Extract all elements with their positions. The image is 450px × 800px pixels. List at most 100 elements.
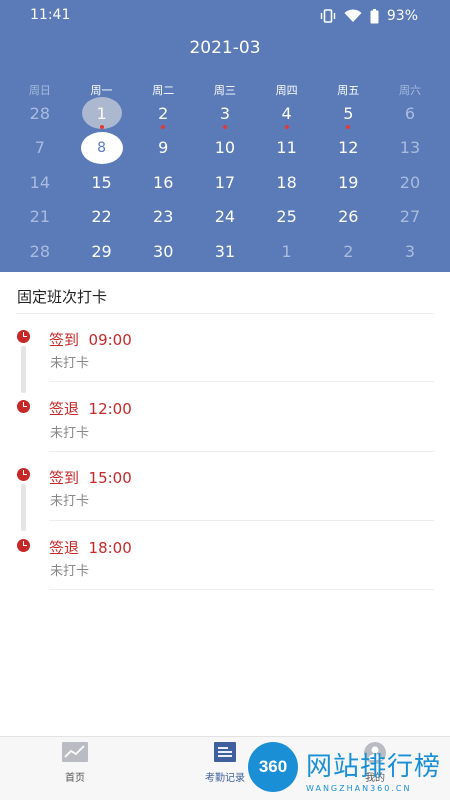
calendar-day[interactable]: 20 — [379, 165, 441, 200]
day-number: 9 — [158, 138, 169, 158]
calendar-day[interactable]: 3 — [194, 96, 256, 131]
watermark-text: 网站排行榜 — [306, 752, 442, 782]
record-status: 未打卡 — [50, 494, 90, 509]
calendar-day[interactable]: 22 — [71, 200, 133, 235]
calendar-day[interactable]: 17 — [194, 165, 256, 200]
calendar-day[interactable]: 1 — [256, 234, 318, 269]
calendar-grid: 28 1 2 3 4 5 6 7 8 9 10 11 12 13 14 15 16 17 18 19 20 21 22 23 2… — [9, 96, 441, 269]
calendar-day[interactable]: 3 — [379, 234, 441, 269]
day-number: 15 — [91, 172, 112, 192]
day-number: 29 — [91, 241, 112, 261]
chart-icon — [62, 742, 88, 762]
day-number: 25 — [276, 207, 297, 227]
battery-level: 93% — [386, 8, 418, 24]
vibrate-icon — [320, 9, 336, 23]
timeline-line — [21, 484, 26, 531]
event-dot — [99, 124, 104, 129]
day-number: 27 — [399, 207, 421, 227]
day-number: 17 — [214, 172, 236, 192]
record-status: 未打卡 — [50, 356, 90, 371]
calendar-day[interactable]: 5 — [317, 96, 379, 131]
calendar-day[interactable]: 25 — [256, 200, 318, 235]
day-number: 11 — [276, 138, 297, 158]
divider — [49, 381, 434, 382]
day-number: 1 — [96, 103, 107, 123]
calendar-day[interactable]: 18 — [256, 165, 318, 200]
calendar-day[interactable]: 23 — [132, 200, 194, 235]
calendar-day[interactable]: 13 — [379, 131, 441, 166]
calendar-day[interactable]: 6 — [379, 96, 441, 131]
calendar-day[interactable]: 21 — [9, 200, 71, 235]
day-number: 5 — [343, 103, 354, 123]
record-title: 签退 18:00 — [49, 539, 132, 557]
day-number: 18 — [276, 172, 297, 192]
clock-icon — [17, 539, 30, 552]
section-title: 固定班次打卡 — [17, 288, 108, 306]
clock-icon — [17, 468, 30, 481]
calendar-day[interactable]: 30 — [132, 234, 194, 269]
calendar-day[interactable]: 9 — [132, 131, 194, 166]
calendar-day[interactable]: 28 — [9, 234, 71, 269]
day-number: 19 — [338, 172, 359, 192]
watermark-sub: WANGZHAN360.CN — [306, 784, 412, 793]
divider — [49, 451, 434, 452]
day-number: 7 — [34, 138, 45, 158]
record-title: 签到 09:00 — [49, 331, 132, 349]
day-number: 1 — [281, 241, 292, 261]
calendar-day[interactable]: 1 — [71, 96, 133, 131]
tab-label: 首页 — [65, 773, 85, 784]
day-number: 12 — [338, 138, 359, 158]
calendar-day[interactable]: 29 — [71, 234, 133, 269]
calendar-day[interactable]: 8 — [71, 131, 133, 166]
divider — [49, 520, 434, 521]
day-number: 6 — [404, 103, 416, 123]
event-dot — [284, 124, 289, 129]
calendar-day[interactable]: 7 — [9, 131, 71, 166]
calendar-day[interactable]: 26 — [317, 200, 379, 235]
calendar-day[interactable]: 28 — [9, 96, 71, 131]
day-number: 2 — [158, 103, 169, 123]
calendar-day[interactable]: 2 — [317, 234, 379, 269]
calendar-day[interactable]: 10 — [194, 131, 256, 166]
day-number: 26 — [338, 207, 359, 227]
day-number: 28 — [29, 103, 51, 123]
calendar-day[interactable]: 2 — [132, 96, 194, 131]
day-number: 24 — [214, 207, 236, 227]
day-number: 23 — [153, 207, 174, 227]
day-number: 28 — [29, 241, 51, 261]
tab-home[interactable]: 首页 — [40, 737, 110, 800]
day-number: 2 — [343, 241, 354, 261]
calendar-day[interactable]: 4 — [256, 96, 318, 131]
calendar-day[interactable]: 14 — [9, 165, 71, 200]
event-dot — [346, 124, 351, 129]
day-number: 21 — [29, 207, 51, 227]
calendar-day[interactable]: 12 — [317, 131, 379, 166]
day-number: 4 — [281, 103, 292, 123]
day-number: 22 — [91, 207, 112, 227]
calendar-day[interactable]: 19 — [317, 165, 379, 200]
record-title: 签到 15:00 — [49, 469, 132, 487]
day-number: 3 — [404, 241, 416, 261]
site-watermark: 360 网站排行榜 WANGZHAN360.CN — [244, 740, 450, 800]
watermark-badge: 360 — [248, 742, 298, 792]
status-time: 11:41 — [30, 7, 71, 23]
calendar-day[interactable]: 11 — [256, 131, 318, 166]
calendar-day[interactable]: 16 — [132, 165, 194, 200]
day-number: 16 — [153, 172, 174, 192]
record-status: 未打卡 — [50, 426, 90, 441]
calendar-day[interactable]: 15 — [71, 165, 133, 200]
day-number: 14 — [29, 172, 51, 192]
day-number: 20 — [399, 172, 421, 192]
calendar-day[interactable]: 24 — [194, 200, 256, 235]
divider — [49, 589, 434, 590]
divider — [16, 313, 434, 314]
event-dot — [222, 124, 227, 129]
day-number: 3 — [219, 103, 230, 123]
day-number: 13 — [399, 138, 421, 158]
day-number: 30 — [153, 241, 174, 261]
status-icons: 93% — [320, 6, 418, 26]
month-title[interactable]: 2021-03 — [0, 38, 450, 58]
calendar-day[interactable]: 27 — [379, 200, 441, 235]
record-status: 未打卡 — [50, 564, 90, 579]
calendar-day[interactable]: 31 — [194, 234, 256, 269]
